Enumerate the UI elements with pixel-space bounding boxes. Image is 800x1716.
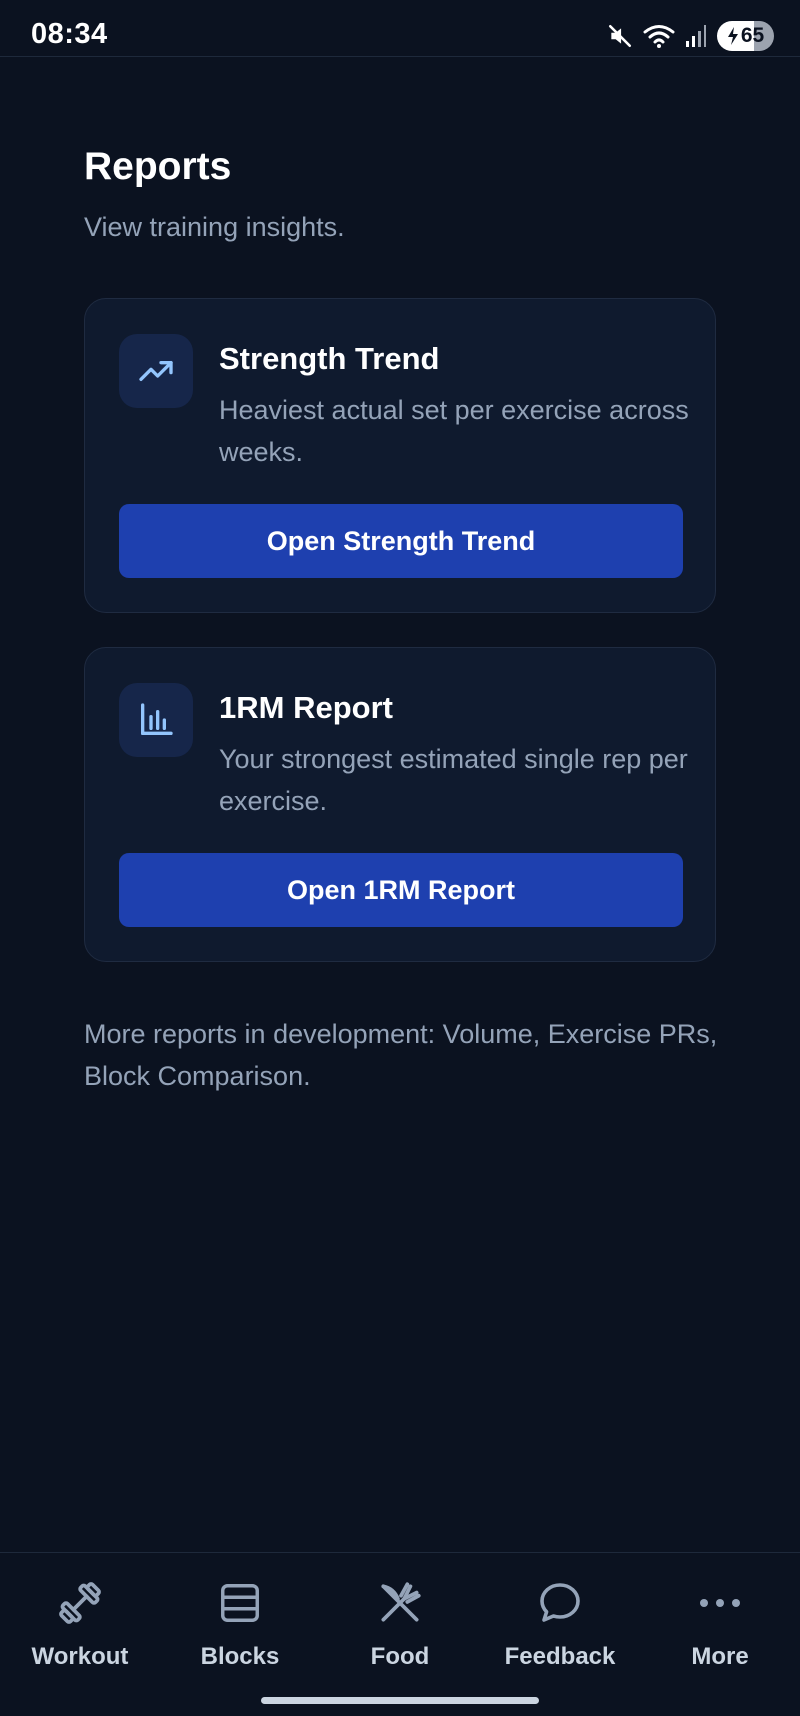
nav-item-feedback[interactable]: Feedback bbox=[480, 1553, 640, 1693]
signal-icon bbox=[685, 24, 707, 48]
nav-item-more[interactable]: More bbox=[640, 1553, 800, 1693]
one-rm-report-card: 1RM Report Your strongest estimated sing… bbox=[84, 647, 716, 962]
card-title: 1RM Report bbox=[219, 690, 393, 725]
wifi-icon bbox=[643, 23, 675, 49]
nav-label: Feedback bbox=[504, 1643, 616, 1670]
page-title: Reports bbox=[84, 145, 232, 188]
blocks-icon bbox=[217, 1577, 263, 1629]
card-title: Strength Trend bbox=[219, 341, 440, 376]
status-bar: 08:34 65 bbox=[0, 0, 800, 57]
card-description: Your strongest estimated single rep per … bbox=[219, 744, 688, 816]
more-dots-icon bbox=[697, 1577, 743, 1629]
open-1rm-report-button[interactable]: Open 1RM Report bbox=[119, 853, 683, 927]
dumbbell-icon bbox=[55, 1577, 105, 1629]
page-subtitle: View training insights. bbox=[84, 212, 345, 242]
nav-label: Blocks bbox=[200, 1643, 280, 1670]
chat-bubble-icon bbox=[536, 1577, 584, 1629]
nav-label: More bbox=[691, 1643, 749, 1670]
fork-knife-icon bbox=[375, 1577, 425, 1629]
nav-label: Food bbox=[370, 1643, 430, 1670]
nav-label: Workout bbox=[31, 1643, 129, 1670]
reports-screen: 08:34 65 Reports View training insights.… bbox=[0, 0, 800, 1716]
trending-up-icon bbox=[119, 334, 193, 408]
strength-trend-card: Strength Trend Heaviest actual set per e… bbox=[84, 298, 716, 613]
status-time: 08:34 bbox=[31, 18, 108, 50]
nav-item-workout[interactable]: Workout bbox=[0, 1553, 160, 1693]
nav-item-blocks[interactable]: Blocks bbox=[160, 1553, 320, 1693]
battery-level: 65 bbox=[740, 24, 765, 47]
nav-item-food[interactable]: Food bbox=[320, 1553, 480, 1693]
bar-chart-icon bbox=[119, 683, 193, 757]
open-strength-trend-button[interactable]: Open Strength Trend bbox=[119, 504, 683, 578]
status-icons: 65 bbox=[607, 18, 774, 54]
mute-icon bbox=[607, 23, 633, 49]
more-reports-note: More reports in development: Volume, Exe… bbox=[84, 1019, 718, 1091]
battery-charging-icon: 65 bbox=[717, 21, 774, 51]
bottom-nav: Workout Blocks Food Feedback More bbox=[0, 1552, 800, 1716]
card-description: Heaviest actual set per exercise across … bbox=[219, 395, 689, 467]
home-indicator[interactable] bbox=[261, 1697, 539, 1704]
